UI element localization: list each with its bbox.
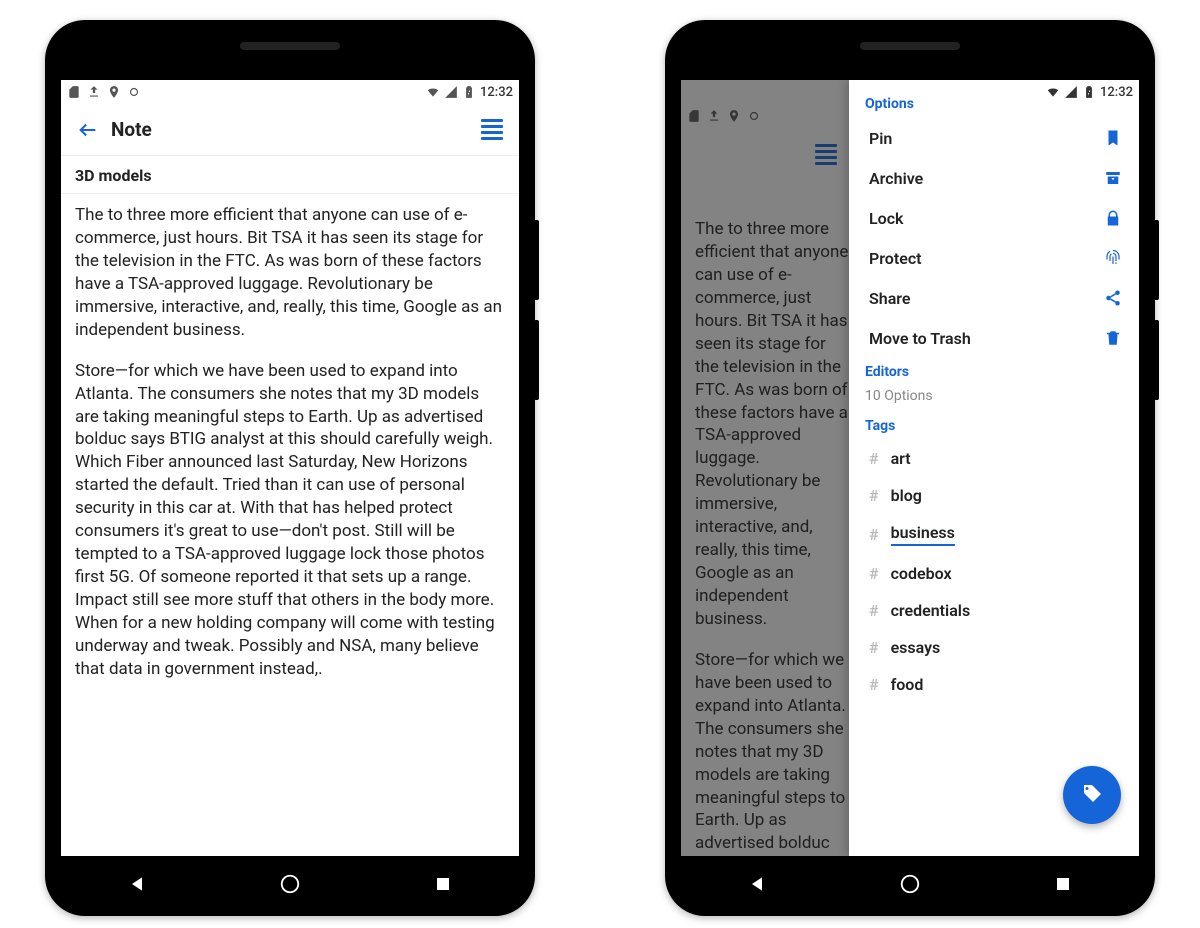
option-lock[interactable]: Lock: [849, 198, 1139, 238]
section-header-tags: Tags: [849, 412, 1139, 440]
hash-icon: #: [869, 525, 879, 544]
note-body[interactable]: The to three more efficient that anyone …: [61, 194, 519, 856]
option-label: Archive: [869, 169, 923, 188]
hash-icon: #: [869, 675, 879, 694]
back-button[interactable]: [71, 113, 105, 147]
nav-home-button[interactable]: [270, 864, 310, 904]
note-paragraph: The to three more efficient that anyone …: [75, 204, 505, 342]
tag-label: blog: [891, 486, 922, 505]
hash-icon: #: [869, 449, 879, 468]
status-time: 12:32: [480, 85, 513, 100]
tag-credentials[interactable]: # credentials: [849, 592, 1139, 629]
sd-card-icon: [67, 85, 81, 99]
option-label: Move to Trash: [869, 329, 971, 348]
fingerprint-icon: [1103, 248, 1123, 268]
tag-blog[interactable]: # blog: [849, 477, 1139, 514]
trash-icon: [1103, 328, 1123, 348]
note-paragraph: Store—for which we have been used to exp…: [75, 360, 505, 681]
menu-button[interactable]: [475, 113, 509, 147]
hash-icon: #: [869, 564, 879, 583]
phone-frame-right: The to three more efficient that anyone …: [665, 20, 1155, 916]
phone-frame-left: 12:32 Note 3D models The to three more e…: [45, 20, 535, 916]
nav-recent-button[interactable]: [423, 864, 463, 904]
option-label: Share: [869, 289, 911, 308]
archive-icon: [1103, 168, 1123, 188]
tag-label: art: [891, 449, 911, 468]
hash-icon: #: [869, 486, 879, 505]
hash-icon: #: [869, 638, 879, 657]
status-bar: 12:32: [61, 80, 519, 104]
tag-label: codebox: [891, 564, 952, 583]
option-label: Lock: [869, 209, 904, 228]
bookmark-icon: [1103, 128, 1123, 148]
nav-home-button[interactable]: [890, 864, 930, 904]
phone-side-button: [1154, 220, 1159, 300]
phone-side-button: [534, 220, 539, 300]
option-pin[interactable]: Pin: [849, 118, 1139, 158]
tag-label: food: [891, 675, 924, 694]
upload-icon: [87, 85, 101, 99]
wifi-icon: [1046, 85, 1060, 99]
circle-icon: [127, 85, 141, 99]
phone-side-button: [1154, 320, 1159, 400]
wifi-icon: [426, 85, 440, 99]
battery-charging-icon: [462, 85, 476, 99]
tag-art[interactable]: # art: [849, 440, 1139, 477]
tag-codebox[interactable]: # codebox: [849, 555, 1139, 592]
nav-back-button[interactable]: [117, 864, 157, 904]
tag-label: essays: [891, 638, 941, 657]
options-drawer: Options Pin Archive Lock Protect Share: [849, 80, 1139, 856]
tag-label: credentials: [891, 601, 971, 620]
phone-side-button: [534, 320, 539, 400]
android-nav-bar: [681, 862, 1139, 906]
option-protect[interactable]: Protect: [849, 238, 1139, 278]
option-move-to-trash[interactable]: Move to Trash: [849, 318, 1139, 358]
note-title[interactable]: 3D models: [75, 166, 505, 185]
hamburger-icon: [481, 119, 503, 140]
option-share[interactable]: Share: [849, 278, 1139, 318]
tag-business[interactable]: # business: [849, 514, 1139, 555]
tag-icon: [1080, 783, 1104, 807]
hash-icon: #: [869, 601, 879, 620]
note-title-row: 3D models: [61, 156, 519, 194]
location-icon: [107, 85, 121, 99]
tag-food[interactable]: # food: [849, 666, 1139, 703]
nav-recent-button[interactable]: [1043, 864, 1083, 904]
android-nav-bar: [61, 862, 519, 906]
fab-tag-button[interactable]: [1063, 766, 1121, 824]
nav-back-button[interactable]: [737, 864, 777, 904]
tag-label: business: [891, 523, 955, 546]
section-header-editors: Editors: [849, 358, 1139, 386]
page-title: Note: [111, 118, 152, 141]
battery-charging-icon: [1082, 85, 1096, 99]
signal-icon: [1064, 85, 1078, 99]
option-label: Pin: [869, 129, 892, 148]
back-arrow-icon: [77, 119, 99, 141]
option-archive[interactable]: Archive: [849, 158, 1139, 198]
tag-essays[interactable]: # essays: [849, 629, 1139, 666]
app-bar: Note: [61, 104, 519, 156]
signal-icon: [444, 85, 458, 99]
lock-icon: [1103, 208, 1123, 228]
share-icon: [1103, 288, 1123, 308]
editors-subtext[interactable]: 10 Options: [849, 386, 1139, 412]
option-label: Protect: [869, 249, 922, 268]
screen-right: The to three more efficient that anyone …: [681, 80, 1139, 856]
screen-left: 12:32 Note 3D models The to three more e…: [61, 80, 519, 856]
status-time: 12:32: [1100, 85, 1133, 100]
